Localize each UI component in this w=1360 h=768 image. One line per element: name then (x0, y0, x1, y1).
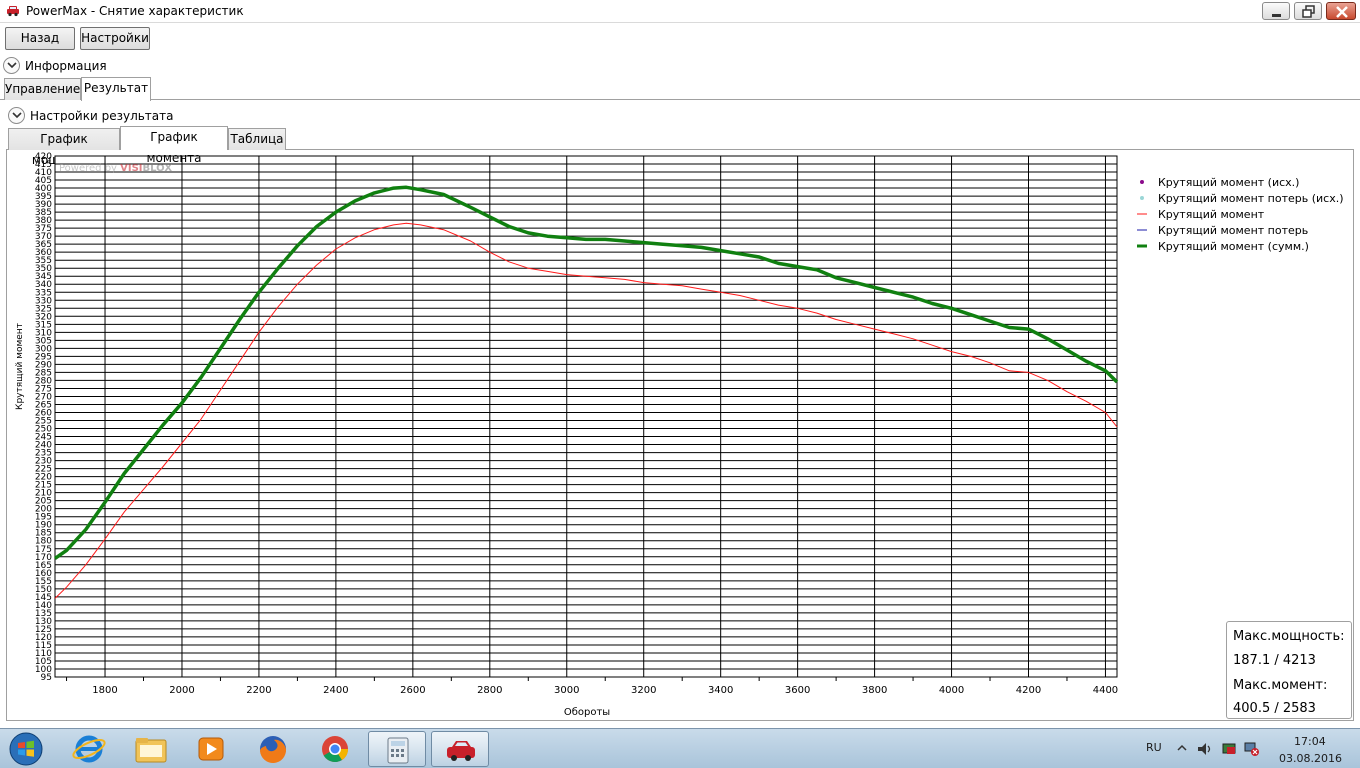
ie-icon (72, 735, 106, 763)
result-settings-expander-toggle[interactable] (8, 107, 25, 124)
maximize-button[interactable] (1294, 2, 1322, 20)
x-tick-label: 3200 (631, 685, 656, 696)
result-settings-label: Настройки результата (30, 109, 174, 123)
taskbar-ie[interactable] (60, 731, 118, 767)
close-button[interactable] (1326, 2, 1356, 20)
x-tick-label: 3800 (862, 685, 887, 696)
max-torque-value: 400.5 / 2583 (1233, 701, 1316, 716)
power-icon[interactable] (1221, 741, 1239, 757)
x-tick-label: 2400 (323, 685, 348, 696)
legend-entry: Крутящий момент (1158, 208, 1265, 221)
torque-chart[interactable]: 9510010511011512012513013514014515015516… (0, 150, 1360, 720)
x-tick-label: 3000 (554, 685, 579, 696)
taskbar-chrome[interactable] (306, 731, 364, 767)
taskbar: RU 17:04 03.08.2016 (0, 728, 1360, 768)
language-indicator[interactable]: RU (1146, 741, 1162, 754)
x-tick-label: 2000 (169, 685, 194, 696)
network-icon[interactable] (1243, 741, 1261, 757)
volume-icon[interactable] (1196, 741, 1214, 757)
chevron-down-icon (7, 62, 17, 69)
x-tick-label: 3400 (708, 685, 733, 696)
legend-entry: Крутящий момент (исх.) (1158, 176, 1299, 189)
max-power-label: Макс.мощность: (1233, 629, 1345, 644)
taskbar-calculator[interactable] (368, 731, 426, 767)
minimize-button[interactable] (1262, 2, 1290, 20)
legend-marker (1140, 196, 1144, 200)
legend-entry: Крутящий момент (сумм.) (1158, 240, 1309, 253)
x-tick-label: 1800 (92, 685, 117, 696)
x-tick-label: 3600 (785, 685, 810, 696)
legend-entry: Крутящий момент потерь (исх.) (1158, 192, 1344, 205)
taskbar-powermax[interactable] (431, 731, 489, 767)
x-tick-label: 2600 (400, 685, 425, 696)
x-tick-label: 2200 (246, 685, 271, 696)
x-axis-title: Обороты (564, 707, 610, 718)
powermax-car-icon (447, 741, 475, 761)
car-icon (7, 6, 19, 17)
taskbar-media-player[interactable] (182, 731, 240, 767)
tab-power-chart[interactable]: График мощности (8, 128, 120, 167)
tray-expand-icon[interactable] (1177, 741, 1187, 755)
max-power-value: 187.1 / 4213 (1233, 653, 1316, 668)
max-values-panel: Макс.мощность: 187.1 / 4213 Макс.момент:… (1226, 621, 1352, 719)
legend-marker (1140, 180, 1144, 184)
max-torque-label: Макс.момент: (1233, 678, 1328, 693)
y-axis-title: Крутящий момент (15, 323, 25, 410)
x-tick-label: 4400 (1093, 685, 1118, 696)
calculator-icon (387, 737, 409, 764)
tab-result[interactable]: Результат (81, 77, 151, 101)
info-expander-label: Информация (25, 59, 107, 73)
window-title-bar[interactable]: PowerMax - Снятие характеристик (0, 0, 1360, 23)
tab-control[interactable]: Управление (4, 78, 81, 100)
settings-button[interactable]: Настройки (80, 27, 150, 50)
main-tab-strip-line (0, 99, 1360, 100)
x-tick-label: 4200 (1016, 685, 1041, 696)
tab-table[interactable]: Таблица (228, 128, 286, 150)
clock-time[interactable]: 17:04 (1294, 735, 1326, 748)
maximize-icon (1302, 5, 1315, 18)
legend-entry: Крутящий момент потерь (1158, 224, 1308, 237)
windows-logo-icon (9, 732, 43, 766)
window-title: PowerMax - Снятие характеристик (26, 4, 244, 18)
taskbar-explorer[interactable] (122, 731, 180, 767)
close-icon (1336, 6, 1348, 18)
taskbar-firefox[interactable] (244, 731, 302, 767)
x-tick-label: 2800 (477, 685, 502, 696)
chevron-down-icon (12, 112, 22, 119)
plot-area (54, 155, 1118, 678)
info-expander-toggle[interactable] (3, 57, 20, 74)
folder-icon (135, 738, 167, 763)
clock-date[interactable]: 03.08.2016 (1279, 752, 1342, 765)
tab-torque-chart[interactable]: График момента (120, 126, 228, 165)
media-player-icon (198, 737, 224, 761)
x-tick-label: 4000 (939, 685, 964, 696)
chrome-icon (322, 736, 349, 763)
firefox-icon (260, 736, 287, 764)
start-button[interactable] (6, 731, 46, 767)
back-button[interactable]: Назад (5, 27, 75, 50)
minimize-icon (1272, 14, 1281, 17)
y-tick-label: 420 (35, 152, 52, 162)
